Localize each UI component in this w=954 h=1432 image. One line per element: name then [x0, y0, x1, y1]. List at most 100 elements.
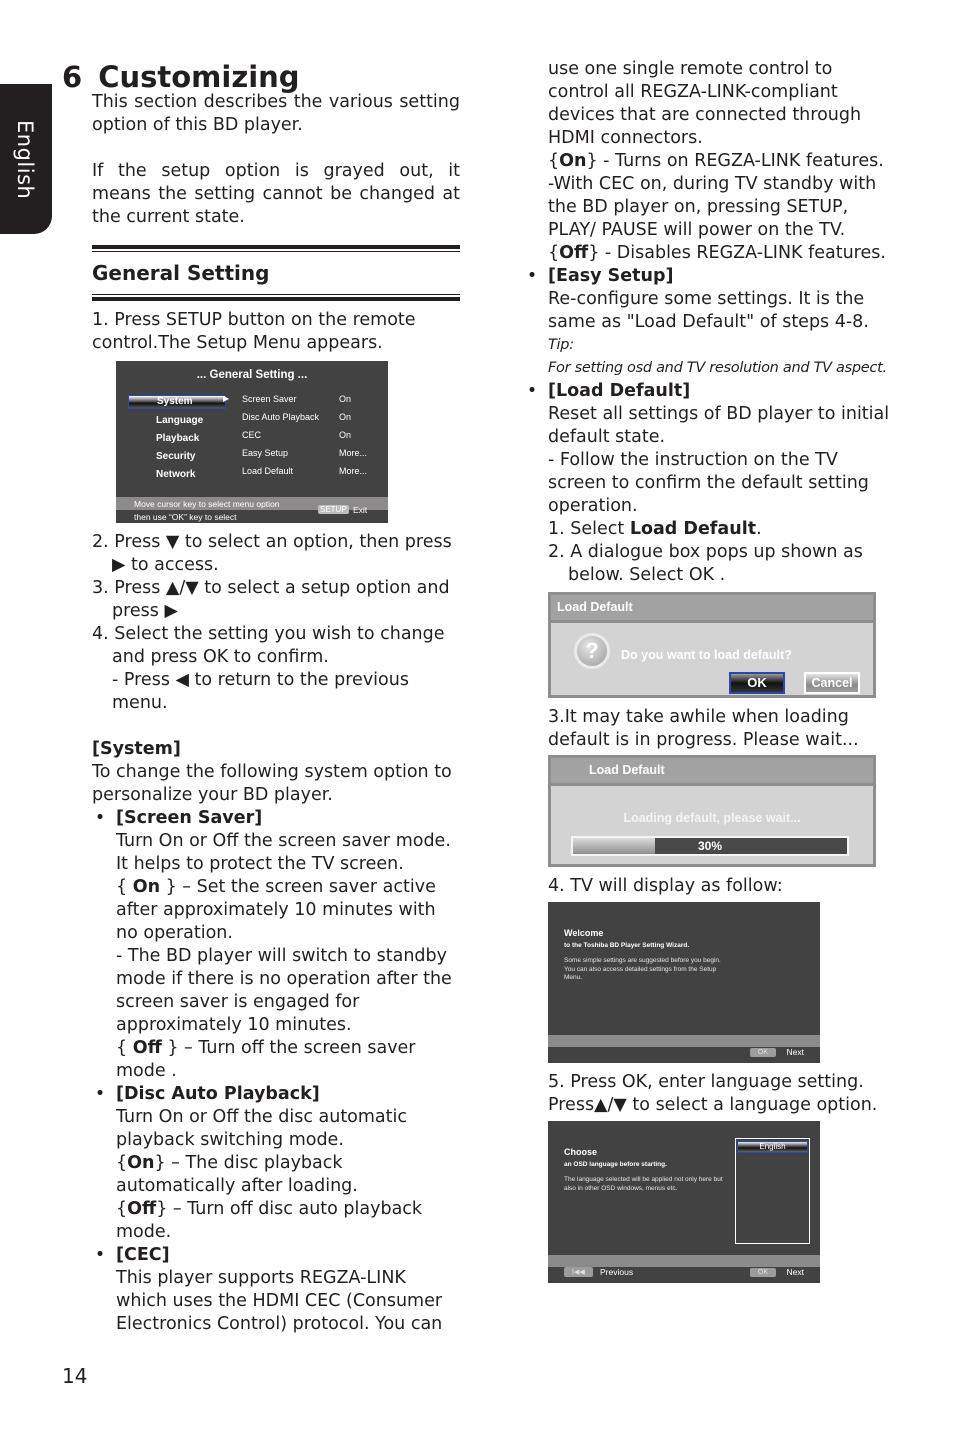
cancel-button[interactable]: Cancel: [804, 672, 860, 694]
option-value: More...: [339, 466, 368, 476]
menu-footer: Move cursor key to select menu option th…: [116, 497, 388, 523]
welcome-wizard-screen: Welcome to the Toshiba BD Player Setting…: [548, 902, 820, 1063]
progress-label: 30%: [697, 839, 723, 853]
step-suffix: .: [756, 519, 762, 539]
screen-saver-note: - The BD player will switch to standby m…: [116, 946, 452, 1035]
load-default-step-5-line-1: 5. Press OK, enter language setting.: [548, 1072, 864, 1092]
menu-hint-line-1: Move cursor key to select menu option: [134, 499, 280, 509]
step-4-line-3: - Press ◀ to return to the previous menu…: [112, 670, 409, 713]
wizard-description: Some simple settings are suggested befor…: [564, 957, 721, 981]
option-value: On: [339, 394, 352, 404]
language-title: Choose: [564, 1147, 598, 1157]
next-label: Next: [786, 1267, 804, 1277]
menu-option-easy-setup[interactable]: Easy Setup More...: [242, 444, 372, 462]
on-label: On: [559, 151, 587, 171]
bullet-dot: •: [94, 1245, 106, 1265]
intro-paragraph-1: This section describes the various setti…: [92, 92, 460, 135]
load-default-step-1: 1. Select Load Default.: [548, 518, 898, 541]
disc-auto-playback-heading: [Disc Auto Playback]: [116, 1084, 320, 1104]
wizard-title: Welcome: [564, 928, 604, 938]
cec-desc: This player supports REGZA-LINK which us…: [116, 1268, 443, 1334]
disc-auto-playback-on: {On} – The disc playback automatically a…: [116, 1153, 358, 1196]
option-label: Easy Setup: [242, 448, 289, 458]
step-3: 3. Press ▲/▼ to select a setup option an…: [92, 577, 460, 623]
option-label: Disc Auto Playback: [242, 412, 320, 422]
screen-saver-off: { Off } – Turn off the screen saver mode…: [116, 1038, 416, 1081]
left-column: This section describes the various setti…: [92, 58, 460, 1336]
previous-label: Previous: [600, 1267, 634, 1277]
menu-category-playback[interactable]: Playback: [128, 430, 226, 448]
load-default-desc: Reset all settings of BD player to initi…: [548, 404, 890, 447]
tip-label: Tip:: [548, 337, 574, 353]
on-desc: } - Turns on REGZA-LINK features.: [586, 151, 884, 171]
cec-desc-continued: use one single remote control to control…: [548, 59, 862, 148]
menu-categories: System Language Playback Security Networ…: [128, 392, 226, 484]
step-2-line-2: below. Select OK .: [568, 565, 726, 585]
load-default-step-3: 3.It may take awhile when loading defaul…: [548, 707, 859, 750]
option-label: CEC: [242, 430, 262, 440]
setup-menu-screen: ... General Setting ... System Language …: [116, 361, 388, 523]
step-bold: Load Default: [629, 519, 757, 539]
loading-dialog-title: Load Default: [551, 758, 873, 786]
language-wizard-screen: Choose an OSD language before starting. …: [548, 1121, 820, 1283]
language-subtitle: an OSD language before starting.: [564, 1161, 667, 1168]
loading-message: Loading default, please wait...: [623, 811, 801, 825]
load-default-step-4: 4. TV will display as follow:: [548, 876, 783, 896]
dialog-body: ? Do you want to load default? OK Cancel: [551, 623, 873, 695]
cec-on: {On} - Turns on REGZA-LINK features.: [548, 151, 884, 171]
off-desc: } - Disables REGZA-LINK features.: [588, 243, 886, 263]
on-label: On: [132, 877, 161, 897]
step-3-line-1: 3. Press ▲/▼ to select a setup option an…: [92, 578, 450, 598]
system-intro: To change the following system option to…: [92, 762, 452, 805]
cec-off: {Off} - Disables REGZA-LINK features.: [548, 243, 886, 263]
option-value: On: [339, 430, 352, 440]
off-desc: } – Turn off the screen saver mode .: [116, 1038, 416, 1081]
disc-auto-playback-desc: Turn On or Off the disc automatic playba…: [116, 1107, 408, 1150]
right-column: use one single remote control to control…: [527, 58, 898, 1291]
side-tab-label: English: [13, 120, 37, 200]
step-4: 4. Select the setting you wish to change…: [92, 623, 460, 715]
setup-key-badge: SETUP: [318, 505, 349, 514]
menu-option-load-default[interactable]: Load Default More...: [242, 462, 372, 480]
previous-key-badge[interactable]: I◀◀: [564, 1267, 593, 1277]
section-title-general-setting: General Setting: [92, 261, 270, 285]
wizard-subtitle: to the Toshiba BD Player Setting Wizard.: [564, 942, 690, 949]
ok-key-badge[interactable]: OK: [749, 1268, 776, 1277]
menu-category-network[interactable]: Network: [128, 466, 226, 484]
menu-option-screen-saver[interactable]: Screen Saver On: [242, 390, 372, 408]
language-option-english[interactable]: English: [737, 1141, 808, 1153]
menu-option-cec[interactable]: CEC On: [242, 426, 372, 444]
dialog-message: Do you want to load default?: [621, 648, 792, 662]
load-default-step-2: 2. A dialogue box pops up shown as below.…: [548, 541, 898, 587]
disc-auto-playback-off: {Off} – Turn off disc auto playback mode…: [116, 1199, 423, 1242]
menu-category-security[interactable]: Security: [128, 448, 226, 466]
wizard-footer: OK Next: [548, 1035, 820, 1063]
question-icon: ?: [574, 633, 610, 669]
ok-button[interactable]: OK: [729, 672, 785, 694]
confirm-dialog: Load Default ? Do you want to load defau…: [548, 592, 876, 698]
language-list: English: [735, 1138, 810, 1244]
off-desc: } – Turn off disc auto playback mode.: [116, 1199, 423, 1242]
menu-category-system[interactable]: System: [128, 395, 226, 409]
on-label: On: [127, 1153, 155, 1173]
page-number: 14: [62, 1364, 88, 1388]
off-label: Off: [127, 1199, 157, 1219]
screen-saver-on: { On } – Set the screen saver active aft…: [116, 877, 436, 943]
cec-note: -With CEC on, during TV standby with the…: [548, 174, 877, 240]
loading-dialog-body: Loading default, please wait... 30%: [551, 786, 873, 864]
menu-options: Screen Saver On Disc Auto Playback On CEC O…: [242, 390, 372, 480]
menu-title: ... General Setting ...: [196, 369, 308, 381]
bullet-dot: •: [94, 808, 106, 828]
exit-label: Exit: [353, 505, 368, 515]
menu-option-disc-auto-playback[interactable]: Disc Auto Playback On: [242, 408, 372, 426]
intro-paragraph-2: If the setup option is grayed out, it me…: [92, 161, 460, 227]
bullet-dot: •: [526, 266, 538, 286]
load-default-step-5-line-2: Press▲/▼ to select a language option.: [548, 1095, 878, 1115]
menu-category-language[interactable]: Language: [128, 412, 226, 430]
ok-key-badge[interactable]: OK: [749, 1048, 776, 1057]
load-default-heading: [Load Default]: [548, 381, 691, 401]
easy-setup-heading: [Easy Setup]: [548, 266, 674, 286]
dialog-title: Load Default: [551, 595, 873, 623]
bullet-dot: •: [94, 1084, 106, 1104]
bullet-disc-auto-playback: • [Disc Auto Playback] Turn On or Off th…: [92, 1083, 460, 1244]
